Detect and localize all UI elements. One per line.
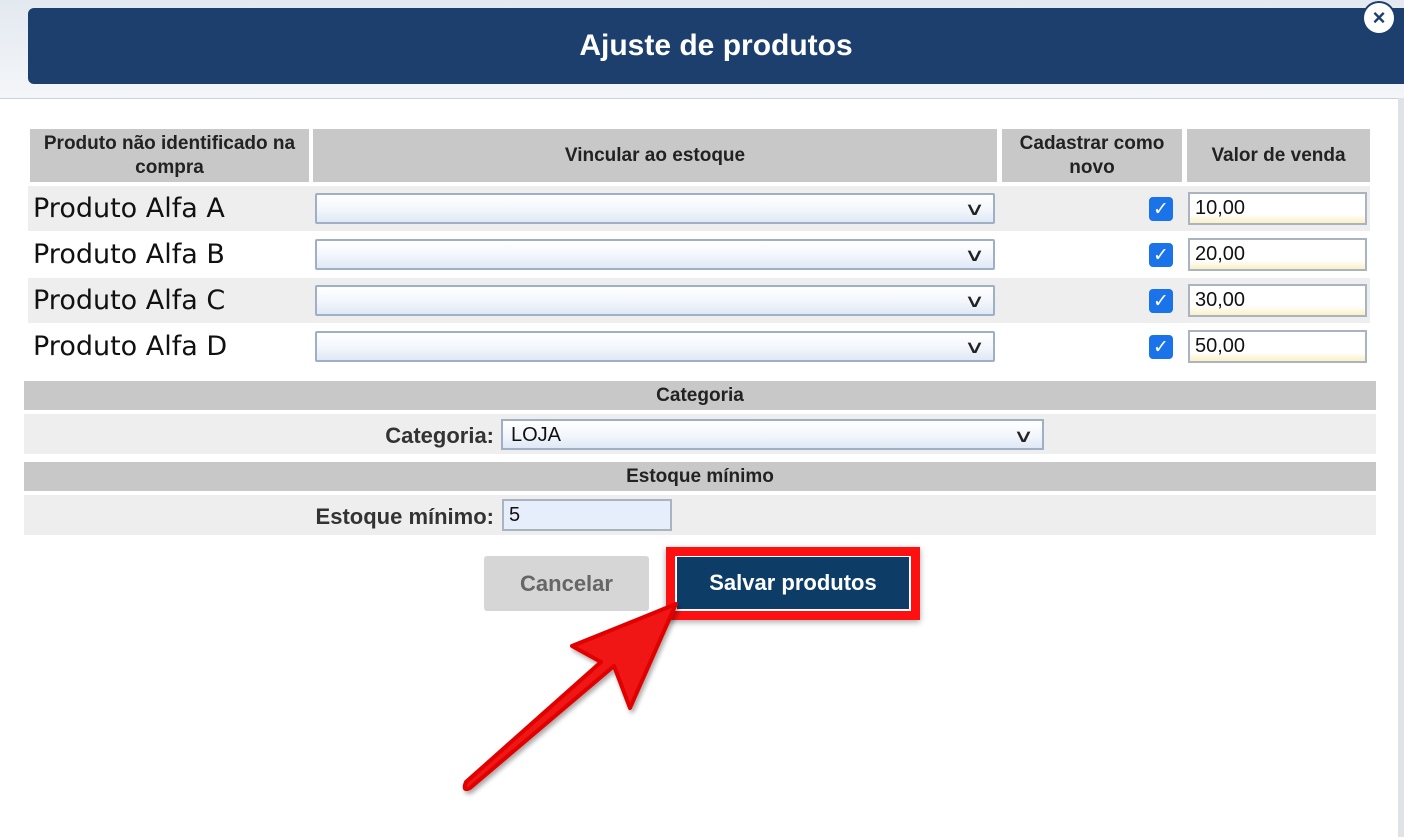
arrow-annotation [462,602,678,792]
arrow-shape [462,602,678,792]
